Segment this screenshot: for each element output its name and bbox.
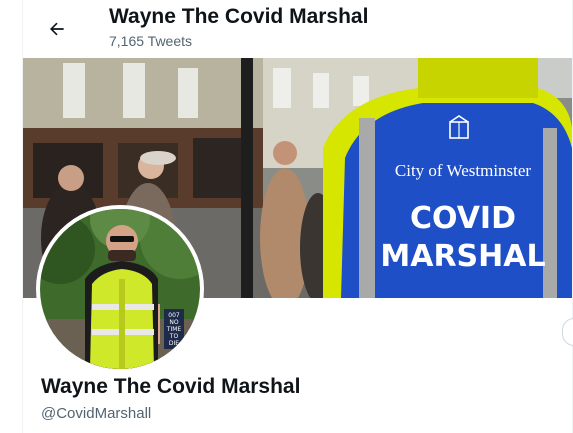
vest-org-text: City of Westminster bbox=[395, 161, 532, 180]
avatar[interactable]: 007 NO TIME TO DIE bbox=[36, 205, 204, 373]
edit-profile-button-edge[interactable] bbox=[562, 318, 573, 346]
avatar-sign-line-5: DIE bbox=[169, 340, 179, 347]
user-handle: @CovidMarshall bbox=[41, 405, 152, 422]
avatar-sign-line-1: 007 bbox=[168, 312, 180, 319]
profile-header-bar: Wayne The Covid Marshal 7,165 Tweets bbox=[23, 0, 572, 58]
avatar-sign-line-4: TO bbox=[169, 333, 179, 340]
avatar-sign-line-2: NO bbox=[169, 319, 178, 326]
tweet-count: 7,165 Tweets bbox=[109, 33, 193, 49]
arrow-left-icon bbox=[50, 22, 64, 36]
display-name: Wayne The Covid Marshal bbox=[41, 375, 301, 398]
vest-line-2: MARSHAL bbox=[380, 239, 545, 274]
vest-line-1: COVID bbox=[410, 201, 516, 236]
back-button[interactable] bbox=[42, 14, 72, 44]
avatar-sign-line-3: TIME bbox=[166, 326, 182, 333]
header-title: Wayne The Covid Marshal bbox=[109, 5, 369, 28]
avatar-photo: 007 NO TIME TO DIE bbox=[40, 209, 200, 369]
